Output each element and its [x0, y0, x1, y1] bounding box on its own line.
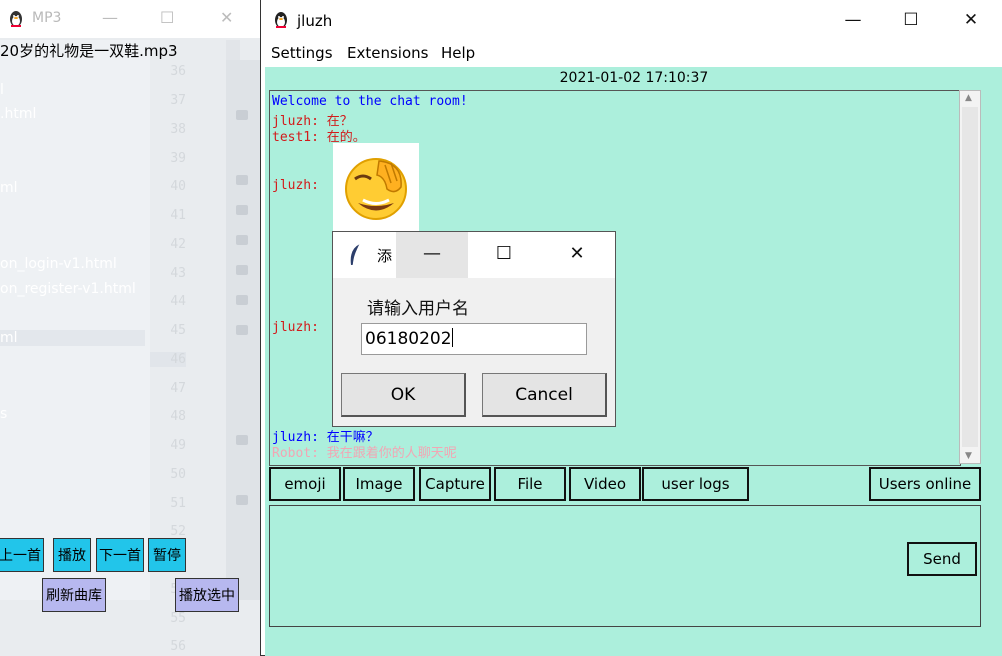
line-number: 47: [170, 381, 186, 396]
message-scrollbar[interactable]: ▲ ▼: [959, 90, 981, 464]
file-item[interactable]: ml: [0, 180, 18, 196]
activity-icon[interactable]: [236, 235, 248, 245]
users-online-button[interactable]: Users online: [869, 467, 981, 501]
line-number: 49: [170, 438, 186, 453]
line-number: 56: [170, 639, 186, 654]
cancel-button[interactable]: Cancel: [482, 373, 607, 417]
close-icon[interactable]: ✕: [951, 10, 991, 30]
username-input-value: 06180202: [365, 329, 452, 349]
line-number: 55: [170, 611, 186, 626]
minimize-icon[interactable]: —: [412, 243, 452, 264]
maximize-icon[interactable]: ☐: [484, 243, 524, 264]
activity-icon[interactable]: [236, 495, 248, 505]
line-number: 52: [170, 524, 186, 539]
close-icon[interactable]: ✕: [220, 8, 233, 27]
activity-icon[interactable]: [236, 205, 248, 215]
message-line: Robot: 我在跟着你的人聊天呢: [272, 446, 457, 461]
activity-icon[interactable]: [236, 295, 248, 305]
message-welcome: Welcome to the chat room!: [272, 94, 468, 109]
editor-file-explorer: l .html ml on_login-v1.html on_register-…: [0, 40, 150, 600]
send-button[interactable]: Send: [907, 542, 977, 576]
play-selected-button[interactable]: 播放选中: [175, 578, 239, 612]
line-number: 43: [170, 266, 186, 281]
capture-button[interactable]: Capture: [419, 467, 491, 501]
now-playing-song[interactable]: 20岁的礼物是一双鞋.mp3: [0, 40, 178, 61]
maximize-icon[interactable]: ☐: [891, 10, 931, 30]
file-item[interactable]: on_register-v1.html: [0, 281, 136, 297]
datetime-label: 2021-01-02 17:10:37: [559, 70, 709, 86]
line-number: 39: [170, 151, 186, 166]
dialog-title: 添: [377, 247, 393, 265]
file-item[interactable]: s: [0, 406, 7, 422]
line-number: 50: [170, 467, 186, 482]
close-icon[interactable]: ✕: [557, 243, 597, 264]
menu-extensions[interactable]: Extensions: [347, 44, 428, 62]
feather-icon: [347, 243, 363, 271]
activity-icon[interactable]: [236, 435, 248, 445]
minimize-icon[interactable]: —: [102, 8, 118, 27]
line-number: 48: [170, 409, 186, 424]
file-item[interactable]: l: [0, 82, 4, 98]
facepalm-emoji-image: [333, 143, 419, 231]
activity-icon[interactable]: [236, 175, 248, 185]
scroll-down-icon[interactable]: ▼: [965, 451, 972, 461]
line-number: 38: [170, 122, 186, 137]
line-number-current: 46: [150, 352, 186, 367]
dialog-prompt: 请输入用户名: [367, 299, 469, 319]
file-item[interactable]: on_login-v1.html: [0, 256, 117, 272]
line-number: 42: [170, 237, 186, 252]
dialog-titlebar[interactable]: 添 — ☐ ✕: [333, 232, 615, 278]
file-item-selected[interactable]: ml: [0, 330, 145, 346]
menu-help[interactable]: Help: [441, 44, 475, 62]
line-number: 37: [170, 93, 186, 108]
pause-button[interactable]: 暂停: [148, 538, 186, 572]
user-logs-button[interactable]: user logs: [642, 467, 749, 501]
play-button[interactable]: 播放: [53, 538, 91, 572]
mp3-titlebar[interactable]: MP3 — ☐ ✕: [0, 0, 262, 38]
ok-button[interactable]: OK: [341, 373, 466, 417]
line-number: 51: [170, 496, 186, 511]
scroll-up-icon[interactable]: ▲: [965, 93, 972, 103]
line-number: 44: [170, 294, 186, 309]
refresh-library-button[interactable]: 刷新曲库: [42, 578, 106, 612]
message-input[interactable]: [269, 505, 981, 627]
penguin-icon: [273, 11, 289, 33]
text-caret: [451, 328, 453, 347]
penguin-icon: [8, 10, 24, 32]
username-input[interactable]: 06180202: [361, 323, 587, 355]
minimize-icon[interactable]: —: [833, 10, 873, 30]
file-item[interactable]: .html: [0, 106, 36, 122]
scroll-thumb[interactable]: [962, 107, 978, 447]
message-sender: jluzh:: [272, 178, 319, 193]
activity-icon[interactable]: [236, 325, 248, 335]
emoji-button[interactable]: emoji: [269, 467, 341, 501]
username-dialog: 添 — ☐ ✕ 请输入用户名 06180202 OK Cancel: [332, 231, 616, 427]
prev-button[interactable]: 上一首: [0, 538, 44, 572]
file-button[interactable]: File: [494, 467, 566, 501]
line-number: 41: [170, 208, 186, 223]
mp3-window-title: MP3: [32, 10, 62, 26]
image-button[interactable]: Image: [343, 467, 415, 501]
activity-icon[interactable]: [236, 110, 248, 120]
message-sender: jluzh:: [272, 320, 319, 335]
line-number: 40: [170, 179, 186, 194]
line-number: 45: [170, 323, 186, 338]
menu-settings[interactable]: Settings: [271, 44, 333, 62]
video-button[interactable]: Video: [569, 467, 641, 501]
chat-window-title: jluzh: [297, 12, 333, 30]
maximize-icon[interactable]: ☐: [160, 8, 174, 27]
editor-activity-bar: [226, 60, 260, 600]
menu-bar: Settings Extensions Help: [261, 40, 1001, 66]
activity-icon[interactable]: [236, 265, 248, 275]
next-button[interactable]: 下一首: [96, 538, 144, 572]
line-number: 36: [170, 64, 186, 79]
